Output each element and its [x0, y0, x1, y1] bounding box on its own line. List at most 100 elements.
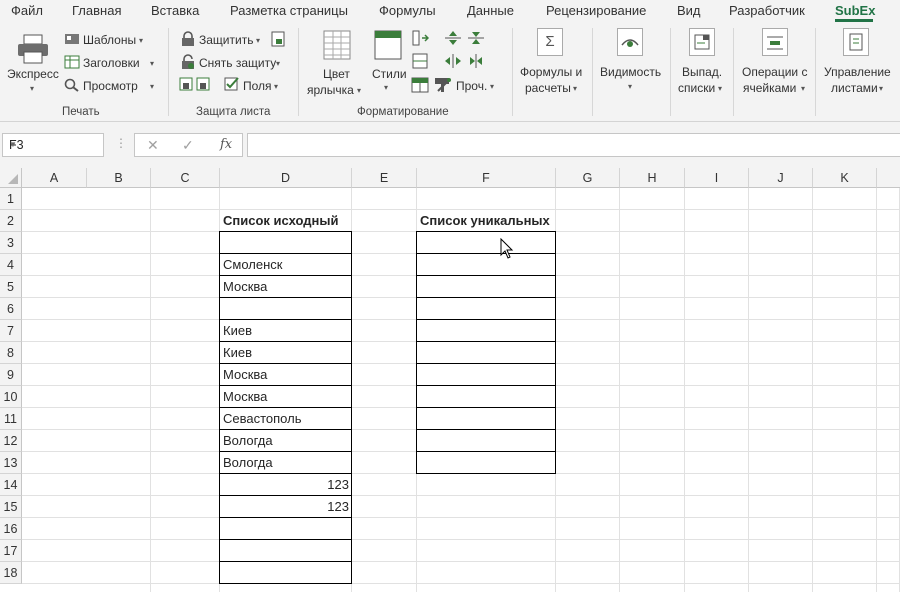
row-header[interactable]: 9: [0, 364, 22, 386]
row-header[interactable]: 14: [0, 474, 22, 496]
visibility-label: Видимость: [600, 65, 662, 79]
column-header-k[interactable]: K: [813, 168, 877, 188]
row-header[interactable]: 2: [0, 210, 22, 232]
chevron-down-icon: ▾: [357, 86, 362, 95]
splitter-dots-icon[interactable]: ⋮: [115, 136, 127, 150]
row-header[interactable]: 3: [0, 232, 22, 254]
chevron-down-icon: ▾: [573, 84, 578, 93]
styles-label: Стили: [372, 67, 407, 81]
tab-home[interactable]: Главная: [72, 3, 121, 18]
source-list-header[interactable]: Список исходный: [220, 210, 352, 232]
table-row-border: [416, 451, 556, 452]
gridline: [812, 188, 813, 592]
unlock-icon: [182, 54, 194, 69]
styles-icon: [374, 30, 402, 60]
checkbox-icon: [224, 77, 239, 91]
collapse-rows-icon[interactable]: [467, 30, 485, 46]
chevron-down-icon: ▾: [490, 82, 495, 91]
tab-view[interactable]: Вид: [677, 3, 701, 18]
table-row-border: [219, 517, 352, 518]
visibility-icon: [617, 28, 643, 56]
column-header-partial[interactable]: [877, 168, 900, 188]
column-header-c[interactable]: C: [151, 168, 220, 188]
row-header[interactable]: 18: [0, 562, 22, 584]
row-header[interactable]: 1: [0, 188, 22, 210]
column-header-h[interactable]: H: [620, 168, 685, 188]
select-all-button[interactable]: [0, 168, 22, 188]
express-label: Экспресс: [7, 67, 59, 81]
row-header[interactable]: 17: [0, 540, 22, 562]
dropdown-lists-label-1: Выпад.: [682, 65, 723, 79]
chevron-down-icon: ▾: [150, 59, 155, 68]
name-box[interactable]: F3 ▼: [2, 133, 104, 157]
column-header-i[interactable]: I: [685, 168, 749, 188]
column-header-g[interactable]: G: [556, 168, 620, 188]
group-divider: [298, 28, 299, 116]
ribbon: Экспресс ▾ Шаблоны ▾ Заголовки ▾ Просмот…: [0, 22, 900, 122]
expand-columns-icon[interactable]: [444, 53, 462, 69]
enter-icon[interactable]: ✓: [182, 137, 194, 154]
column-header-f[interactable]: F: [417, 168, 556, 188]
gridline: [22, 495, 900, 496]
unique-list-header[interactable]: Список уникальных: [417, 210, 556, 232]
column-header-d[interactable]: D: [220, 168, 352, 188]
column-header-e[interactable]: E: [352, 168, 417, 188]
tab-review[interactable]: Рецензирование: [546, 3, 646, 18]
row-header[interactable]: 12: [0, 430, 22, 452]
insert-function-icon[interactable]: fx: [220, 137, 232, 152]
range-lock-icon[interactable]: [196, 77, 210, 91]
tab-data[interactable]: Данные: [467, 3, 514, 18]
row-header[interactable]: 13: [0, 452, 22, 474]
table-row-border: [219, 253, 352, 254]
page-lock-icon[interactable]: [271, 31, 285, 47]
row-header[interactable]: 4: [0, 254, 22, 276]
sheets-icon: [843, 28, 869, 56]
row-height-icon[interactable]: [444, 30, 462, 46]
table-row-border: [219, 407, 352, 408]
formula-buttons: ✕ ✓ fx: [134, 133, 243, 157]
autofit-icon[interactable]: [411, 53, 429, 69]
table-row-border: [219, 429, 352, 430]
tab-color-label-2: ярлычка: [307, 83, 354, 97]
row-header[interactable]: 5: [0, 276, 22, 298]
row-header[interactable]: 15: [0, 496, 22, 518]
tab-subex[interactable]: SubEx: [835, 3, 875, 18]
unique-table-border: [416, 231, 556, 474]
chevron-down-icon[interactable]: ▼: [9, 140, 97, 149]
merge-grid-icon[interactable]: [411, 77, 429, 93]
row-header[interactable]: 8: [0, 342, 22, 364]
table-grid-icon: [323, 30, 351, 60]
row-header[interactable]: 16: [0, 518, 22, 540]
table-row-border: [219, 539, 352, 540]
row-header[interactable]: 10: [0, 386, 22, 408]
collapse-columns-icon[interactable]: [467, 53, 485, 69]
chevron-down-icon: ▾: [879, 84, 884, 93]
sheet-lock-icon[interactable]: [179, 77, 193, 91]
column-header-b[interactable]: B: [87, 168, 151, 188]
tab-developer[interactable]: Разработчик: [729, 3, 805, 18]
table-row-border: [219, 319, 352, 320]
other-format-icon: [437, 78, 451, 92]
chevron-down-icon: ▾: [274, 82, 279, 91]
formula-input[interactable]: [247, 133, 900, 157]
table-row-border: [219, 297, 352, 298]
cancel-icon[interactable]: ✕: [147, 137, 159, 154]
column-header-a[interactable]: A: [22, 168, 87, 188]
row-header[interactable]: 6: [0, 298, 22, 320]
column-header-j[interactable]: J: [749, 168, 813, 188]
table-row-border: [416, 407, 556, 408]
table-row-border: [219, 341, 352, 342]
group-divider: [168, 28, 169, 116]
tab-file[interactable]: Файл: [11, 3, 43, 18]
chevron-down-icon: ▾: [256, 36, 261, 45]
gridline: [22, 561, 900, 562]
row-header[interactable]: 11: [0, 408, 22, 430]
fields-label: Поля: [243, 79, 272, 93]
tab-formulas[interactable]: Формулы: [379, 3, 436, 18]
tab-page-layout[interactable]: Разметка страницы: [230, 3, 348, 18]
column-width-icon[interactable]: [411, 30, 429, 46]
gridline: [22, 583, 900, 584]
row-header[interactable]: 7: [0, 320, 22, 342]
gridline: [22, 539, 900, 540]
tab-insert[interactable]: Вставка: [151, 3, 199, 18]
